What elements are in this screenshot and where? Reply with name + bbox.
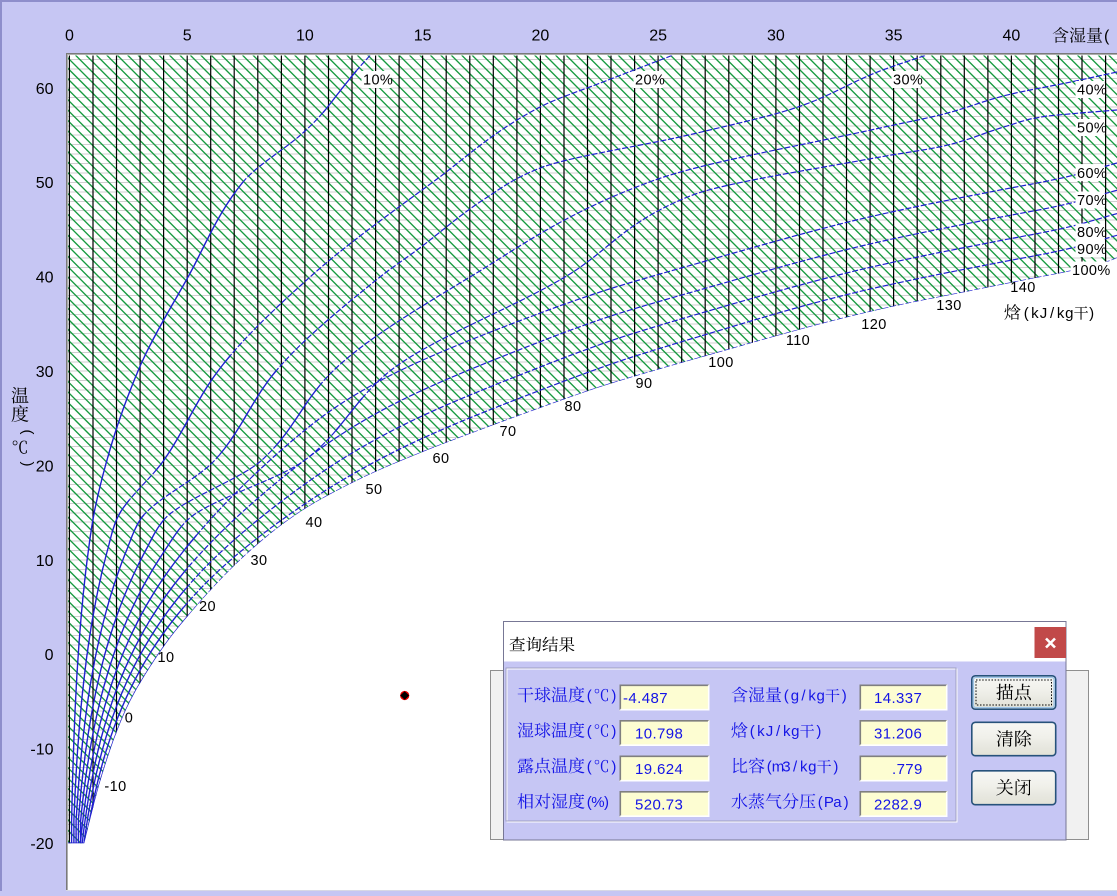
svg-text:-10: -10 [104, 779, 126, 795]
svg-text:25: 25 [649, 28, 667, 45]
svg-text:): ) [611, 723, 616, 740]
svg-text:k: k [1057, 305, 1065, 322]
svg-text:a: a [833, 794, 842, 811]
svg-text:40: 40 [306, 515, 323, 531]
svg-text:20: 20 [532, 28, 550, 45]
svg-text:g: g [808, 759, 816, 776]
svg-text:130: 130 [936, 298, 961, 314]
svg-text:(: ( [587, 688, 592, 705]
svg-text:): ) [604, 794, 609, 811]
svg-text:(: ( [587, 723, 592, 740]
svg-text:10: 10 [296, 28, 314, 45]
svg-text:): ) [816, 723, 821, 740]
svg-text:g: g [817, 688, 825, 705]
svg-text:70: 70 [500, 424, 517, 440]
svg-text:35: 35 [885, 28, 903, 45]
svg-text:19.624: 19.624 [635, 761, 683, 778]
svg-text:g: g [791, 688, 799, 705]
svg-text:5: 5 [183, 28, 192, 45]
svg-text:): ) [611, 759, 616, 776]
svg-text:3: 3 [782, 759, 790, 776]
svg-text:-4.487: -4.487 [623, 690, 668, 707]
svg-text:g: g [1065, 305, 1073, 322]
svg-text:(: ( [750, 723, 755, 740]
svg-text:): ) [1089, 305, 1094, 322]
svg-text:(: ( [1024, 305, 1029, 322]
svg-text:31.206: 31.206 [874, 725, 922, 742]
svg-text:90%: 90% [1077, 242, 1107, 258]
svg-text:120: 120 [861, 317, 886, 333]
svg-text:k: k [757, 723, 765, 740]
svg-text:100: 100 [708, 355, 733, 371]
svg-text:): ) [833, 759, 838, 776]
svg-text:k: k [1031, 305, 1039, 322]
svg-text:): ) [842, 688, 847, 705]
svg-text:60: 60 [433, 451, 450, 467]
svg-text:14.337: 14.337 [874, 690, 922, 707]
svg-text:k: k [808, 688, 816, 705]
svg-text:10: 10 [36, 553, 54, 570]
svg-text:10: 10 [158, 650, 175, 666]
svg-text:140: 140 [1010, 280, 1035, 296]
svg-text:-20: -20 [30, 836, 53, 853]
svg-text:80: 80 [565, 399, 582, 415]
svg-text:50: 50 [36, 175, 54, 192]
svg-text:110: 110 [786, 333, 810, 349]
svg-text:520.73: 520.73 [635, 796, 683, 813]
svg-text:100%: 100% [1072, 263, 1111, 279]
svg-text:20: 20 [199, 599, 216, 615]
svg-text:k: k [783, 723, 791, 740]
svg-text:(: ( [784, 688, 789, 705]
svg-text:40: 40 [36, 270, 54, 287]
svg-text:30: 30 [36, 364, 54, 381]
svg-text:80%: 80% [1077, 225, 1107, 241]
svg-text:k: k [800, 759, 808, 776]
svg-text:30%: 30% [893, 73, 923, 89]
svg-text:40: 40 [1003, 28, 1021, 45]
svg-text:): ) [19, 462, 36, 467]
svg-text:10.798: 10.798 [635, 725, 683, 742]
svg-text:0: 0 [125, 711, 133, 727]
svg-text:30: 30 [767, 28, 785, 45]
svg-text:50: 50 [366, 482, 383, 498]
svg-text:J: J [1040, 305, 1048, 322]
svg-text:10%: 10% [363, 73, 393, 89]
svg-text:%: % [591, 794, 604, 811]
svg-text:J: J [766, 723, 774, 740]
svg-text:2282.9: 2282.9 [874, 796, 922, 813]
svg-text:90: 90 [636, 376, 653, 392]
svg-text:20%: 20% [635, 73, 665, 89]
svg-text:70%: 70% [1077, 193, 1107, 209]
svg-text:(: ( [818, 794, 823, 811]
svg-text:(: ( [19, 430, 36, 435]
svg-text:): ) [611, 688, 616, 705]
svg-text:60%: 60% [1077, 166, 1107, 182]
svg-text:(: ( [1104, 28, 1110, 45]
svg-text:.779: .779 [892, 761, 923, 778]
svg-text:-10: -10 [30, 742, 53, 759]
svg-text:30: 30 [251, 553, 268, 569]
svg-text:50%: 50% [1077, 121, 1107, 137]
svg-text:0: 0 [65, 28, 74, 45]
svg-text:60: 60 [36, 81, 54, 98]
svg-text:g: g [791, 723, 799, 740]
svg-text:0: 0 [45, 647, 54, 664]
svg-text:): ) [844, 794, 849, 811]
svg-text:20: 20 [36, 458, 54, 475]
svg-text:40%: 40% [1077, 83, 1107, 99]
svg-text:(: ( [587, 759, 592, 776]
svg-text:15: 15 [414, 28, 432, 45]
